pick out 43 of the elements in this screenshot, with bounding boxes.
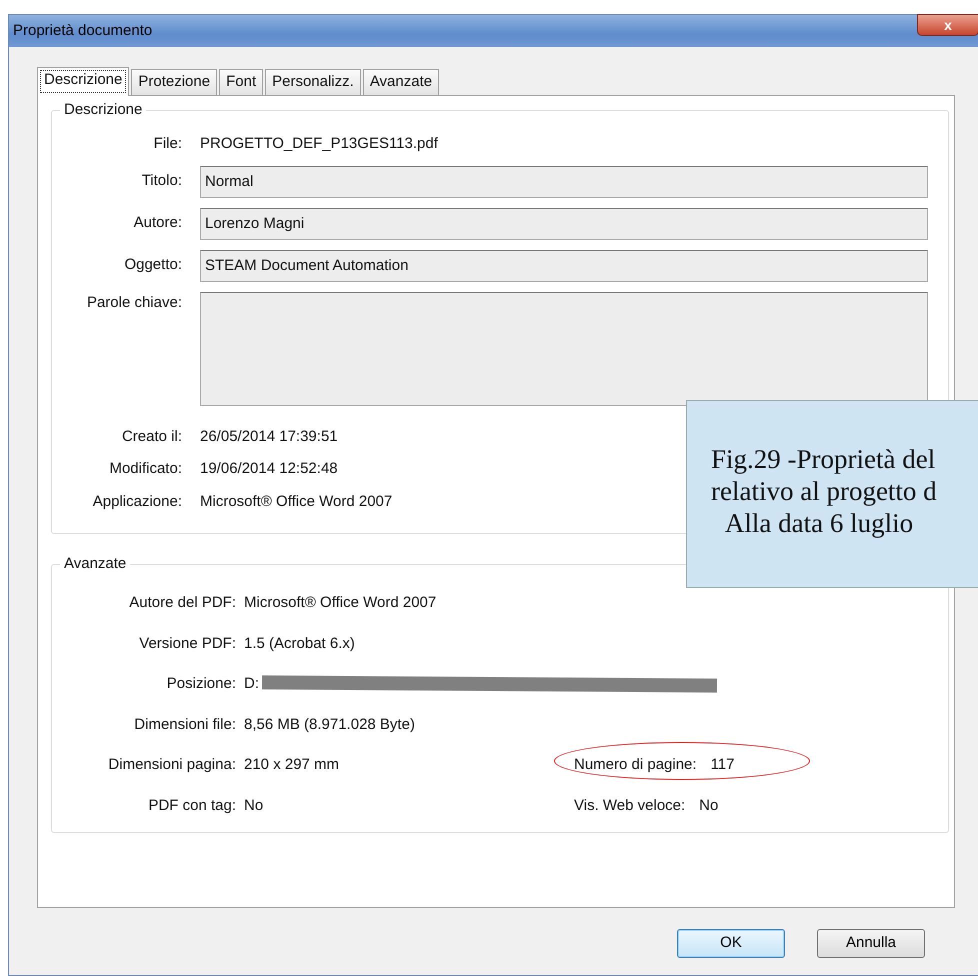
tab[interactable]: Font [219, 69, 264, 95]
field-label: PDF con tag: [147, 796, 236, 816]
tab[interactable]: Protezione [131, 69, 218, 95]
field-value: 210 x 297 mm [244, 756, 340, 773]
field-label: Posizione: [166, 674, 236, 694]
field-label: Applicazione: [92, 492, 182, 512]
field-value: 8,56 MB (8.971.028 Byte) [244, 716, 415, 732]
ok-button[interactable]: OK [677, 929, 785, 958]
field-value: 1.5 (Acrobat 6.x) [244, 634, 355, 652]
caption-text: Alla data 6 luglio [724, 507, 914, 539]
field-label: Versione PDF: [138, 634, 236, 654]
field-label: File: [154, 134, 182, 154]
field-value: 117 [710, 755, 734, 775]
field-label: Autore del PDF: [128, 593, 236, 613]
field-value: Microsoft® Office Word 2007 [244, 594, 436, 611]
field-value: No [244, 796, 264, 814]
cancel-button[interactable]: Annulla [817, 929, 925, 958]
field-label: Creato il: [122, 426, 182, 446]
window-title: Proprietà documento [13, 20, 152, 41]
tab[interactable]: Personalizz. [265, 69, 361, 95]
keywords-field[interactable] [200, 292, 928, 406]
field-label: Modificato: [109, 459, 182, 479]
field-label: Autore: [134, 213, 182, 234]
field-label: Dimensioni pagina: [107, 755, 236, 775]
field-value: PROGETTO_DEF_P13GES113.pdf [200, 134, 438, 154]
field-label: Oggetto: [124, 255, 182, 276]
caption-text: Fig.29 -Proprietà del [710, 443, 936, 475]
text-field[interactable]: Normal [200, 166, 928, 198]
field-value: No [699, 796, 718, 816]
field-label: Numero di pagine: [574, 755, 697, 775]
tab[interactable]: Descrizione [37, 67, 130, 96]
field-label: Parole chiave: [86, 292, 182, 312]
field-label: Dimensioni file: [133, 714, 236, 734]
field-label: Vis. Web veloce: [574, 796, 686, 816]
text-field[interactable]: STEAM Document Automation [200, 250, 928, 282]
field-label: Titolo: [142, 171, 182, 192]
field-value: Microsoft® Office Word 2007 [200, 492, 392, 512]
field-value: 19/06/2014 12:52:48 [200, 459, 338, 479]
field-value: D: [244, 675, 259, 692]
text-field[interactable]: Lorenzo Magni [200, 208, 928, 240]
field-value: 26/05/2014 17:39:51 [200, 426, 338, 446]
caption-text: relativo al progetto d [710, 475, 938, 507]
tab[interactable]: Avanzate [362, 69, 440, 95]
